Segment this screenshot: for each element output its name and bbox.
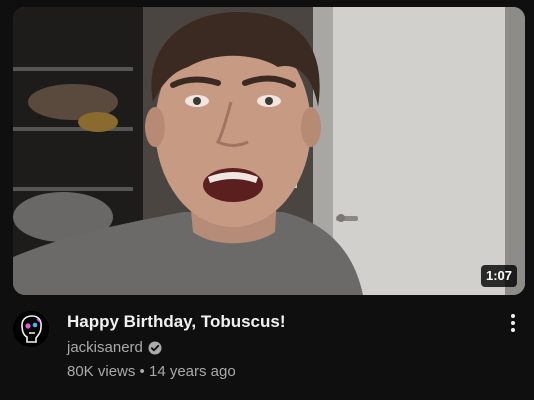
stats-separator: • xyxy=(139,363,145,380)
video-details: Happy Birthday, Tobuscus! jackisanerd 80… xyxy=(67,311,487,382)
menu-dot xyxy=(511,328,515,332)
video-title[interactable]: Happy Birthday, Tobuscus! xyxy=(67,311,487,333)
channel-row: jackisanerd xyxy=(67,338,487,358)
thumbnail-image xyxy=(13,7,525,295)
channel-name[interactable]: jackisanerd xyxy=(67,338,143,358)
video-thumbnail[interactable]: 1:07 xyxy=(13,7,525,295)
upload-age: 14 years ago xyxy=(148,363,236,380)
video-stats: 80K views • 14 years ago xyxy=(67,362,487,382)
channel-avatar[interactable] xyxy=(13,311,49,347)
verified-check-icon xyxy=(148,341,162,355)
duration-badge: 1:07 xyxy=(480,265,517,287)
menu-dot xyxy=(511,314,515,318)
more-vert-icon[interactable] xyxy=(501,311,525,335)
avatar-image xyxy=(13,311,49,347)
video-meta: Happy Birthday, Tobuscus! jackisanerd 80… xyxy=(13,311,525,391)
view-count: 80K views xyxy=(67,363,136,380)
menu-dot xyxy=(511,321,515,325)
video-card[interactable]: 1:07 Happy Birthday, Tobuscus! jackisane… xyxy=(0,0,534,400)
